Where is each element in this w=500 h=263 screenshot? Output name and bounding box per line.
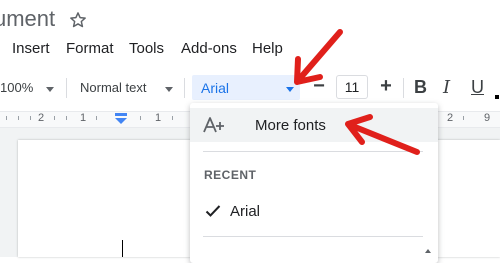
ruler-number: 1: [155, 112, 162, 124]
text-cursor: [122, 240, 123, 257]
menu-help[interactable]: Help: [252, 40, 283, 57]
increase-font-size-button[interactable]: +: [375, 76, 397, 99]
ruler-number: 2: [447, 112, 454, 124]
decrease-font-size-button[interactable]: −: [308, 76, 330, 99]
indent-marker-icon[interactable]: [114, 113, 128, 125]
text-color-indicator[interactable]: [495, 95, 499, 99]
chevron-up-icon[interactable]: [423, 246, 433, 256]
ruler-number: 2: [38, 112, 45, 124]
font-size-input[interactable]: 11: [336, 75, 368, 99]
ruler-tick: [140, 116, 141, 120]
ruler-number: 9: [484, 112, 491, 124]
paragraph-style-select[interactable]: Normal text: [80, 80, 146, 95]
ruler-tick: [172, 116, 173, 120]
ruler-tick: [66, 116, 67, 120]
star-icon[interactable]: [68, 10, 88, 30]
font-select-label: Arial: [201, 80, 230, 96]
toolbar-divider: [66, 78, 67, 98]
ruler-tick: [18, 116, 19, 120]
menu-divider: [203, 151, 423, 152]
ruler-tick: [6, 116, 7, 120]
more-fonts-label: More fonts: [255, 117, 326, 134]
zoom-select[interactable]: 100%: [0, 80, 33, 95]
font-dropdown-icon[interactable]: [286, 87, 294, 92]
menu-divider: [203, 236, 423, 237]
ruler-tick: [30, 116, 31, 120]
document-title[interactable]: ument: [0, 6, 55, 32]
menu-add-ons[interactable]: Add-ons: [181, 40, 237, 57]
ruler-tick: [54, 116, 55, 120]
menu-format[interactable]: Format: [66, 40, 114, 57]
recent-section-header: RECENT: [204, 168, 257, 182]
toolbar-divider: [403, 78, 404, 98]
menu-insert[interactable]: Insert: [12, 40, 50, 57]
recent-font-item[interactable]: Arial: [230, 203, 260, 220]
ruler-tick: [463, 116, 464, 120]
italic-button[interactable]: I: [443, 77, 450, 98]
add-font-icon: [203, 117, 224, 133]
toolbar-divider: [184, 78, 185, 98]
checkmark-icon: [205, 205, 221, 217]
ruler-tick: [96, 116, 97, 120]
underline-button[interactable]: U: [471, 77, 484, 98]
style-dropdown-icon[interactable]: [165, 87, 173, 92]
bold-button[interactable]: B: [414, 77, 427, 98]
menu-tools[interactable]: Tools: [129, 40, 164, 57]
ruler-number: 1: [80, 112, 87, 124]
zoom-dropdown-icon[interactable]: [46, 87, 54, 92]
